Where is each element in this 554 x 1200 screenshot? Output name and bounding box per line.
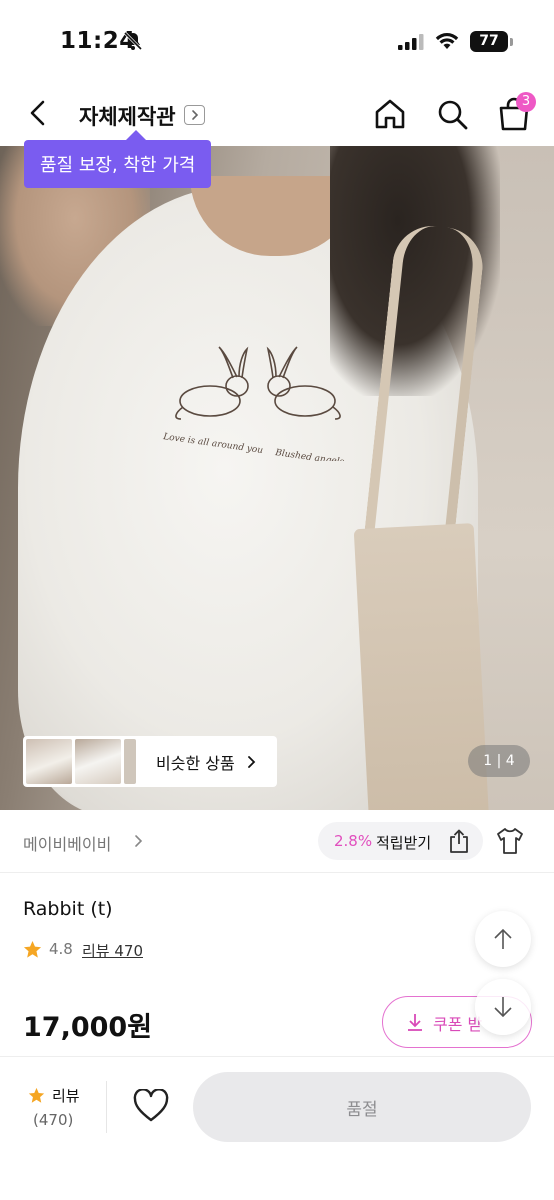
print-text-left: Love is all around you (162, 432, 264, 456)
share-icon[interactable] (446, 828, 472, 854)
sold-out-label: 품절 (346, 1100, 378, 1120)
store-chevron-button[interactable] (184, 105, 205, 125)
product-name: Rabbit (t) (23, 898, 113, 920)
chevron-right-icon (247, 755, 255, 768)
bottom-review-label: 리뷰 (52, 1087, 80, 1105)
quality-banner: 품질 보장, 착한 가격 (24, 140, 212, 188)
sold-out-button[interactable]: 품절 (193, 1072, 531, 1142)
nav-bar: 자체제작관 (0, 80, 554, 146)
seller-name-link[interactable]: 메이비베이비 (23, 831, 111, 855)
scroll-up-button[interactable] (475, 911, 531, 967)
scroll-down-button[interactable] (475, 979, 531, 1035)
rating-value: 4.8 (49, 940, 73, 958)
rabbit-print-graphic: Love is all around you Blushed angels (162, 346, 345, 461)
heart-icon[interactable] (133, 1089, 169, 1123)
bell-off-icon (123, 31, 143, 51)
quality-banner-text: 품질 보장, 착한 가격 (40, 155, 196, 176)
arrow-up-icon (494, 928, 512, 949)
cart-count-badge: 3 (516, 92, 536, 112)
review-count-link[interactable]: 리뷰 470 (82, 940, 143, 961)
points-percent: 2.8% (334, 832, 373, 850)
banner-pointer (126, 130, 146, 140)
similar-thumbnail (26, 739, 72, 784)
store-title[interactable]: 자체제작관 (79, 101, 176, 131)
print-text-right: Blushed angels (274, 448, 345, 461)
arrow-down-icon (494, 997, 512, 1018)
battery-tip (510, 38, 513, 46)
points-label: 적립받기 (376, 834, 432, 852)
chevron-right-icon (135, 835, 143, 847)
battery-icon: 77 (470, 31, 508, 52)
signal-icon (398, 34, 424, 50)
seller-row: 메이비베이비 2.8% 적립받기 (0, 810, 554, 872)
tshirt-icon[interactable] (494, 825, 526, 857)
chevron-right-icon (191, 110, 198, 120)
bottom-divider (106, 1081, 107, 1133)
similar-products-label: 비슷한 상품 (156, 753, 235, 773)
points-button[interactable]: 2.8% 적립받기 (318, 822, 483, 860)
similar-products-button[interactable]: 비슷한 상품 (23, 736, 277, 787)
wifi-icon (435, 33, 459, 49)
section-divider (0, 872, 554, 873)
search-icon[interactable] (434, 96, 470, 132)
back-arrow-icon[interactable] (22, 97, 54, 129)
star-icon (28, 1087, 45, 1103)
product-hero-image[interactable]: Love is all around you Blushed angels 1 … (0, 146, 554, 810)
bottom-review-count: (470) (33, 1111, 74, 1129)
image-page-indicator: 1 | 4 (468, 745, 530, 777)
product-price: 17,000원 (23, 1012, 153, 1043)
home-icon[interactable] (372, 96, 408, 132)
status-bar: 11:24 77 (0, 0, 554, 80)
coupon-label: 쿠폰 받 (433, 1015, 483, 1034)
similar-thumbnail (75, 739, 121, 784)
download-icon (408, 1014, 422, 1031)
bottom-action-bar: 리뷰 (470) 품절 (0, 1056, 554, 1200)
similar-thumbnail (124, 739, 136, 784)
star-icon (23, 940, 42, 958)
